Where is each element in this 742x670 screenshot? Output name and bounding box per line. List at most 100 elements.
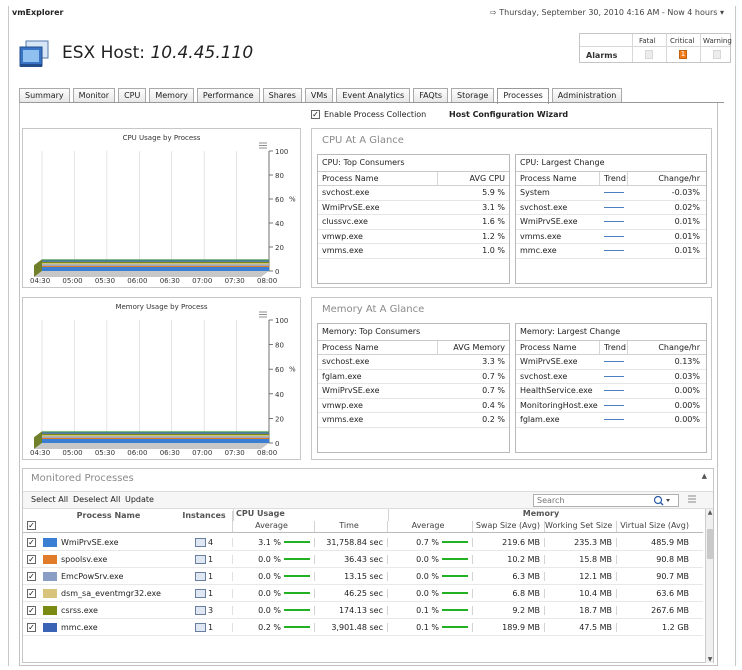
- row-checkbox-cell[interactable]: ✓: [23, 571, 41, 581]
- header-checkbox-cell[interactable]: ✓: [23, 521, 41, 532]
- tab-faqts[interactable]: FAQts: [413, 88, 449, 103]
- instances-cell[interactable]: 1: [176, 571, 233, 581]
- column-header[interactable]: AVG Memory: [438, 341, 509, 354]
- table-row[interactable]: HealthService.exe 0.00%: [516, 384, 706, 399]
- instances-icon[interactable]: [194, 571, 206, 581]
- cpu-time-header[interactable]: Time: [315, 521, 388, 532]
- row-checkbox-cell[interactable]: ✓: [23, 588, 41, 598]
- chart-options-icon[interactable]: [259, 142, 267, 149]
- row-checkbox[interactable]: ✓: [27, 588, 36, 598]
- collapse-icon[interactable]: ▲: [702, 472, 707, 480]
- warning-count-box[interactable]: [713, 50, 721, 59]
- table-row[interactable]: vmms.exe 0.2 %: [318, 413, 509, 428]
- tab-summary[interactable]: Summary: [19, 88, 70, 103]
- tab-performance[interactable]: Performance: [196, 88, 260, 103]
- deselect-all-button[interactable]: Deselect All: [73, 495, 120, 504]
- instances-icon[interactable]: [194, 554, 206, 564]
- table-row[interactable]: vmwp.exe 1.2 %: [318, 230, 509, 245]
- table-row[interactable]: ✓ dsm_sa_eventmgr32.exe 1 0.0 % 46.25 sec 0.0…: [23, 585, 703, 602]
- table-row[interactable]: clussvc.exe 1.6 %: [318, 215, 509, 230]
- column-header[interactable]: Change/hr: [628, 341, 704, 354]
- instances-cell[interactable]: 4: [176, 537, 233, 547]
- column-header[interactable]: Process Name: [516, 172, 600, 185]
- tab-administration[interactable]: Administration: [551, 88, 623, 103]
- table-row[interactable]: MonitoringHost.exe 0.00%: [516, 399, 706, 414]
- table-row[interactable]: svchost.exe 0.03%: [516, 370, 706, 385]
- table-row[interactable]: mmc.exe 0.01%: [516, 244, 706, 259]
- table-row[interactable]: WmiPrvSE.exe 3.1 %: [318, 201, 509, 216]
- table-row[interactable]: fglam.exe 0.00%: [516, 413, 706, 428]
- row-checkbox-cell[interactable]: ✓: [23, 605, 41, 615]
- row-checkbox[interactable]: ✓: [27, 537, 36, 547]
- virtual-size-header[interactable]: Virtual Size (Avg): [617, 521, 693, 532]
- table-row[interactable]: WmiPrvSE.exe 0.13%: [516, 355, 706, 370]
- date-range-selector[interactable]: ⇨ Thursday, September 30, 2010 4:16 AM -…: [490, 8, 724, 17]
- instances-cell[interactable]: 1: [176, 588, 233, 598]
- tab-monitor[interactable]: Monitor: [72, 88, 116, 103]
- table-row[interactable]: vmwp.exe 0.4 %: [318, 399, 509, 414]
- chart-options-icon[interactable]: [259, 311, 267, 318]
- instances-icon[interactable]: [194, 537, 206, 547]
- row-checkbox-cell[interactable]: ✓: [23, 554, 41, 564]
- column-header[interactable]: Process Name: [318, 341, 438, 354]
- tab-storage[interactable]: Storage: [451, 88, 495, 103]
- column-header[interactable]: Trend: [600, 341, 628, 354]
- enable-process-collection[interactable]: ✓ Enable Process Collection: [311, 110, 426, 119]
- vertical-scrollbar[interactable]: ▲ ▼: [705, 509, 713, 663]
- column-menu-icon[interactable]: [687, 494, 697, 504]
- scrollbar-thumb[interactable]: [707, 529, 713, 559]
- table-row[interactable]: ✓ EmcPowSrv.exe 1 0.0 % 13.15 sec 0.0 % 6.3 MB…: [23, 568, 703, 585]
- instances-header[interactable]: Instances: [176, 511, 233, 532]
- column-header[interactable]: Change/hr: [628, 172, 704, 185]
- instances-cell[interactable]: 3: [176, 605, 233, 615]
- row-checkbox-cell[interactable]: ✓: [23, 537, 41, 547]
- column-header[interactable]: Process Name: [516, 341, 600, 354]
- table-row[interactable]: svchost.exe 3.3 %: [318, 355, 509, 370]
- enable-process-checkbox[interactable]: ✓: [311, 110, 320, 119]
- critical-count-box[interactable]: 1: [679, 50, 687, 59]
- column-header[interactable]: Process Name: [318, 172, 438, 185]
- column-header[interactable]: AVG CPU: [438, 172, 509, 185]
- row-checkbox[interactable]: ✓: [27, 554, 36, 564]
- instances-icon[interactable]: [194, 588, 206, 598]
- scroll-up-icon[interactable]: ▲: [706, 509, 714, 516]
- tab-memory[interactable]: Memory: [149, 88, 194, 103]
- memory-average-header[interactable]: Average: [388, 521, 473, 532]
- instances-icon[interactable]: [194, 622, 206, 632]
- instances-cell[interactable]: 1: [176, 622, 233, 632]
- tab-cpu[interactable]: CPU: [118, 88, 147, 103]
- table-row[interactable]: System -0.03%: [516, 186, 706, 201]
- table-row[interactable]: WmiPrvSE.exe 0.7 %: [318, 384, 509, 399]
- table-row[interactable]: WmiPrvSE.exe 0.01%: [516, 215, 706, 230]
- table-row[interactable]: vmms.exe 0.01%: [516, 230, 706, 245]
- row-checkbox[interactable]: ✓: [27, 605, 36, 615]
- tab-vms[interactable]: VMs: [304, 88, 334, 103]
- search-icon[interactable]: [652, 495, 672, 506]
- table-row[interactable]: svchost.exe 0.02%: [516, 201, 706, 216]
- process-name-header[interactable]: Process Name: [41, 511, 176, 532]
- row-checkbox[interactable]: ✓: [27, 571, 36, 581]
- column-header[interactable]: Trend: [600, 172, 628, 185]
- row-checkbox-cell[interactable]: ✓: [23, 622, 41, 632]
- scroll-down-icon[interactable]: ▼: [706, 656, 714, 663]
- table-row[interactable]: ✓ WmiPrvSE.exe 4 3.1 % 31,758.84 sec 0.7 % 219…: [23, 534, 703, 551]
- table-row[interactable]: ✓ spoolsv.exe 1 0.0 % 36.43 sec 0.0 % 10.2 MB 1…: [23, 551, 703, 568]
- table-row[interactable]: svchost.exe 5.9 %: [318, 186, 509, 201]
- fatal-count-box[interactable]: [645, 50, 653, 59]
- tab-event-analytics[interactable]: Event Analytics: [336, 88, 411, 103]
- update-button[interactable]: Update: [125, 495, 154, 504]
- table-row[interactable]: ✓ csrss.exe 3 0.0 % 174.13 sec 0.1 % 9.2 MB 18.…: [23, 602, 703, 619]
- header-checkbox[interactable]: ✓: [27, 521, 36, 530]
- row-checkbox[interactable]: ✓: [27, 622, 36, 632]
- table-row[interactable]: fglam.exe 0.7 %: [318, 370, 509, 385]
- working-set-header[interactable]: Working Set Size: [545, 521, 617, 532]
- cpu-average-header[interactable]: Average: [233, 521, 315, 532]
- select-all-button[interactable]: Select All: [31, 495, 68, 504]
- table-row[interactable]: vmms.exe 1.0 %: [318, 244, 509, 259]
- chevron-down-icon[interactable]: ▾: [717, 8, 724, 17]
- instances-cell[interactable]: 1: [176, 554, 233, 564]
- swap-size-header[interactable]: Swap Size (Avg): [473, 521, 545, 532]
- table-row[interactable]: ✓ mmc.exe 1 0.2 % 3,901.48 sec 0.1 % 189.9 MB 4…: [23, 619, 703, 636]
- host-config-wizard-link[interactable]: Host Configuration Wizard: [449, 110, 568, 119]
- instances-icon[interactable]: [194, 605, 206, 615]
